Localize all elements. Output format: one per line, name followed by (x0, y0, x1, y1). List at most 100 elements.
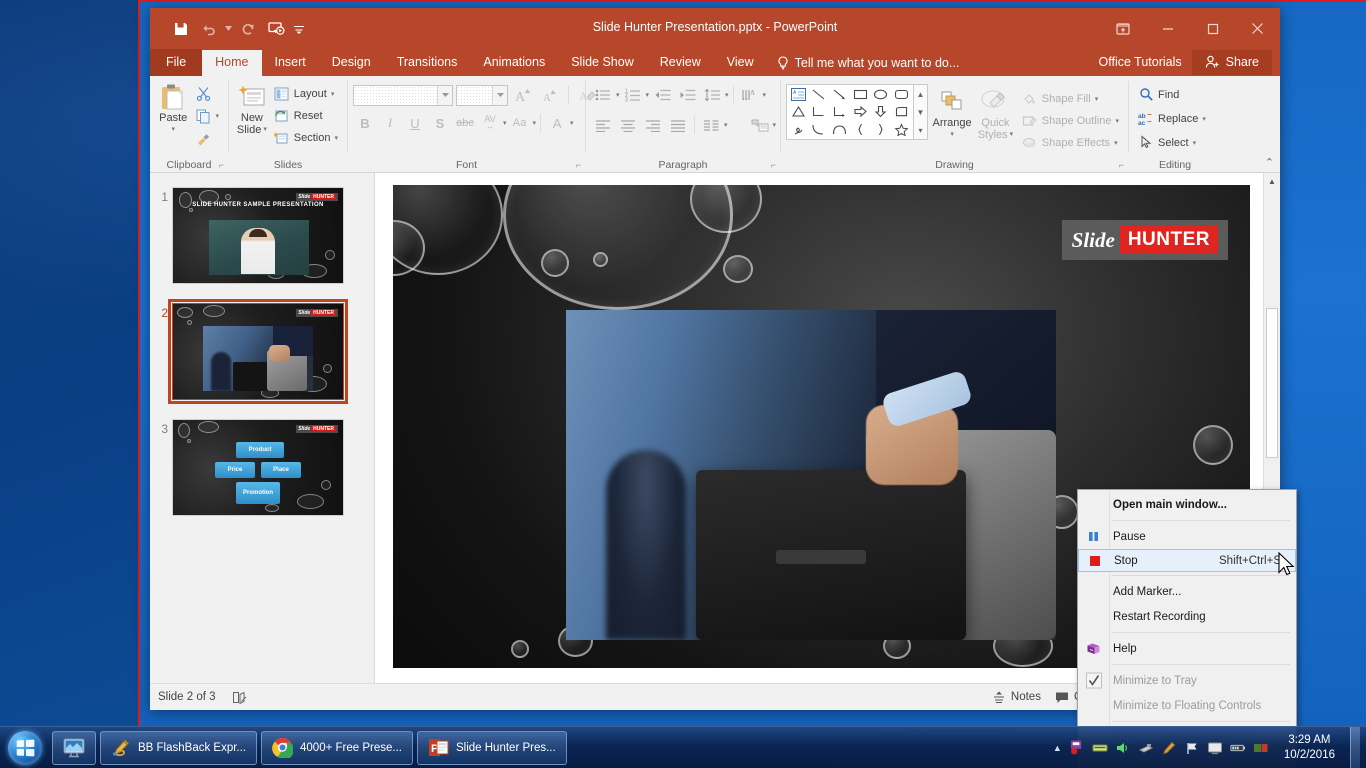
menu-item-minimize-to-floating-controls[interactable]: Minimize to Floating Controls (1078, 693, 1296, 718)
close-icon[interactable] (1235, 13, 1280, 45)
align-left-button[interactable] (591, 114, 615, 136)
font-color-caret-icon[interactable]: ▾ (570, 119, 574, 127)
shape-arrow-icon[interactable] (829, 86, 850, 103)
thumbnail-row-2[interactable]: 2 Slide HUNTER (150, 290, 374, 406)
flag-tray-icon[interactable] (1184, 740, 1200, 756)
shape-rounded-rectangle-icon[interactable] (891, 86, 912, 103)
italic-button[interactable]: I (378, 112, 402, 134)
tab-slide-show[interactable]: Slide Show (558, 50, 647, 76)
shape-elbow-arrow-icon[interactable] (829, 103, 850, 120)
increase-indent-button[interactable] (675, 84, 699, 106)
copy-caret-icon[interactable]: ▾ (215, 112, 219, 120)
bullets-caret-icon[interactable]: ▾ (616, 91, 620, 99)
format-painter-button[interactable] (191, 128, 223, 150)
font-dialog-launcher[interactable]: ⌐ (576, 160, 581, 170)
shape-textbox-icon[interactable]: A (788, 86, 809, 103)
arrange-caret-icon[interactable]: ▾ (950, 129, 954, 141)
thumbnail-row-3[interactable]: 3 Slide HUNTER Product Price Place Promo… (150, 406, 374, 522)
display-tray-icon[interactable] (1207, 740, 1223, 756)
slide-picture[interactable] (566, 310, 1056, 640)
cut-button[interactable] (191, 82, 223, 104)
change-case-caret-icon[interactable]: ▾ (533, 119, 537, 127)
align-center-button[interactable] (616, 114, 640, 136)
tab-insert[interactable]: Insert (262, 50, 319, 76)
shape-rectangle-icon[interactable] (850, 86, 871, 103)
new-slide-caret-icon[interactable]: ▾ (263, 124, 267, 136)
align-right-button[interactable] (641, 114, 665, 136)
scroll-up-icon[interactable]: ▲ (1264, 173, 1280, 190)
layout-caret-icon[interactable]: ▾ (331, 90, 335, 98)
menu-item-open-main-window[interactable]: Open main window... (1078, 492, 1296, 517)
tab-design[interactable]: Design (319, 50, 384, 76)
battery-tray-icon[interactable] (1230, 740, 1246, 756)
ribbon-display-options-icon[interactable] (1100, 13, 1145, 45)
shape-triangle-icon[interactable] (788, 103, 809, 120)
tab-view[interactable]: View (714, 50, 767, 76)
font-name-dropdown-icon[interactable] (437, 85, 452, 105)
flashback-recorder-tray-icon[interactable] (1069, 740, 1085, 756)
shape-effects-caret-icon[interactable]: ▾ (1114, 139, 1118, 147)
copy-button[interactable]: ▾ (191, 105, 223, 127)
notes-button[interactable]: Notes (986, 688, 1047, 706)
start-from-beginning-icon[interactable] (263, 16, 289, 42)
collapse-ribbon-icon[interactable]: ⌃ (1265, 156, 1274, 169)
strikethrough-button[interactable]: abc (453, 112, 477, 134)
shape-arc-icon[interactable] (829, 121, 850, 138)
minimize-icon[interactable] (1145, 13, 1190, 45)
font-name-combo[interactable] (353, 84, 453, 106)
quick-styles-caret-icon[interactable]: ▾ (1010, 129, 1014, 141)
save-icon[interactable] (168, 16, 194, 42)
text-shadow-button[interactable]: S (428, 112, 452, 134)
shape-down-arrow-icon[interactable] (871, 103, 892, 120)
char-spacing-caret-icon[interactable]: ▾ (503, 119, 507, 127)
tab-transitions[interactable]: Transitions (384, 50, 471, 76)
usb-device-tray-icon[interactable] (1138, 740, 1154, 756)
shape-pie-icon[interactable] (891, 103, 912, 120)
shape-outline-caret-icon[interactable]: ▾ (1115, 117, 1119, 125)
convert-to-smartart-button[interactable] (748, 114, 772, 136)
columns-caret-icon[interactable]: ▾ (724, 121, 728, 129)
slide-thumbnail-1[interactable]: Slide HUNTER SLIDE HUNTER SAMPLE PRESENT… (172, 187, 344, 284)
shape-fill-caret-icon[interactable]: ▾ (1095, 95, 1099, 103)
shapes-more-icon[interactable]: ▾ (918, 126, 922, 135)
slide-thumbnail-pane[interactable]: 1 Slide HUNTER SLIDE HUNTER SAMPLE PRESE… (150, 173, 375, 683)
decrease-indent-button[interactable] (650, 84, 674, 106)
decrease-font-size-button[interactable]: A (538, 84, 562, 106)
shape-curve-icon[interactable] (809, 121, 830, 138)
shapes-scroll-up-icon[interactable]: ▲ (917, 90, 925, 99)
show-hidden-icons-icon[interactable]: ▲ (1053, 743, 1062, 753)
clipboard-dialog-launcher[interactable]: ⌐ (219, 160, 224, 170)
accessibility-checker-icon[interactable] (226, 688, 254, 707)
menu-item-pause[interactable]: Pause (1078, 524, 1296, 549)
shapes-scroll-down-icon[interactable]: ▼ (917, 108, 925, 117)
taskbar-bb-flashback[interactable]: BB FlashBack Expr... (100, 730, 258, 765)
share-button[interactable]: Share (1191, 50, 1272, 75)
bullets-button[interactable] (591, 84, 615, 106)
tab-home[interactable]: Home (202, 50, 262, 76)
network-tray-icon[interactable] (1092, 740, 1108, 756)
line-spacing-button[interactable] (700, 84, 724, 106)
shape-right-brace-icon[interactable] (871, 121, 892, 138)
system-tray-extra-icon[interactable] (1253, 740, 1269, 756)
scrollbar-thumb[interactable] (1266, 308, 1278, 458)
character-spacing-button[interactable]: AV ↔ (478, 112, 502, 134)
shape-line-icon[interactable] (809, 86, 830, 103)
quicklaunch-show-desktop[interactable] (52, 730, 96, 765)
increase-font-size-button[interactable]: A (511, 84, 535, 106)
shape-elbow-connector-icon[interactable] (809, 103, 830, 120)
bold-button[interactable]: B (353, 112, 377, 134)
taskbar-clock[interactable]: 3:29 AM 10/2/2016 (1276, 733, 1343, 763)
underline-button[interactable]: U (403, 112, 427, 134)
shape-oval-icon[interactable] (871, 86, 892, 103)
quick-styles-button[interactable]: Quick Styles ▾ (976, 84, 1015, 141)
font-color-button[interactable]: A (545, 112, 569, 134)
undo-icon[interactable] (196, 16, 222, 42)
thumbnail-row-1[interactable]: 1 Slide HUNTER SLIDE HUNTER SAMPLE PRESE… (150, 181, 374, 290)
menu-item-stop[interactable]: Stop Shift+Ctrl+S (1078, 549, 1296, 572)
undo-dropdown-caret[interactable] (224, 16, 233, 42)
menu-item-help[interactable]: Help (1078, 636, 1296, 661)
section-button[interactable]: Section ▾ (270, 127, 342, 148)
slide-thumbnail-2[interactable]: Slide HUNTER (168, 299, 348, 404)
justify-button[interactable] (666, 114, 690, 136)
new-slide-button[interactable]: New Slide ▾ (234, 79, 270, 136)
